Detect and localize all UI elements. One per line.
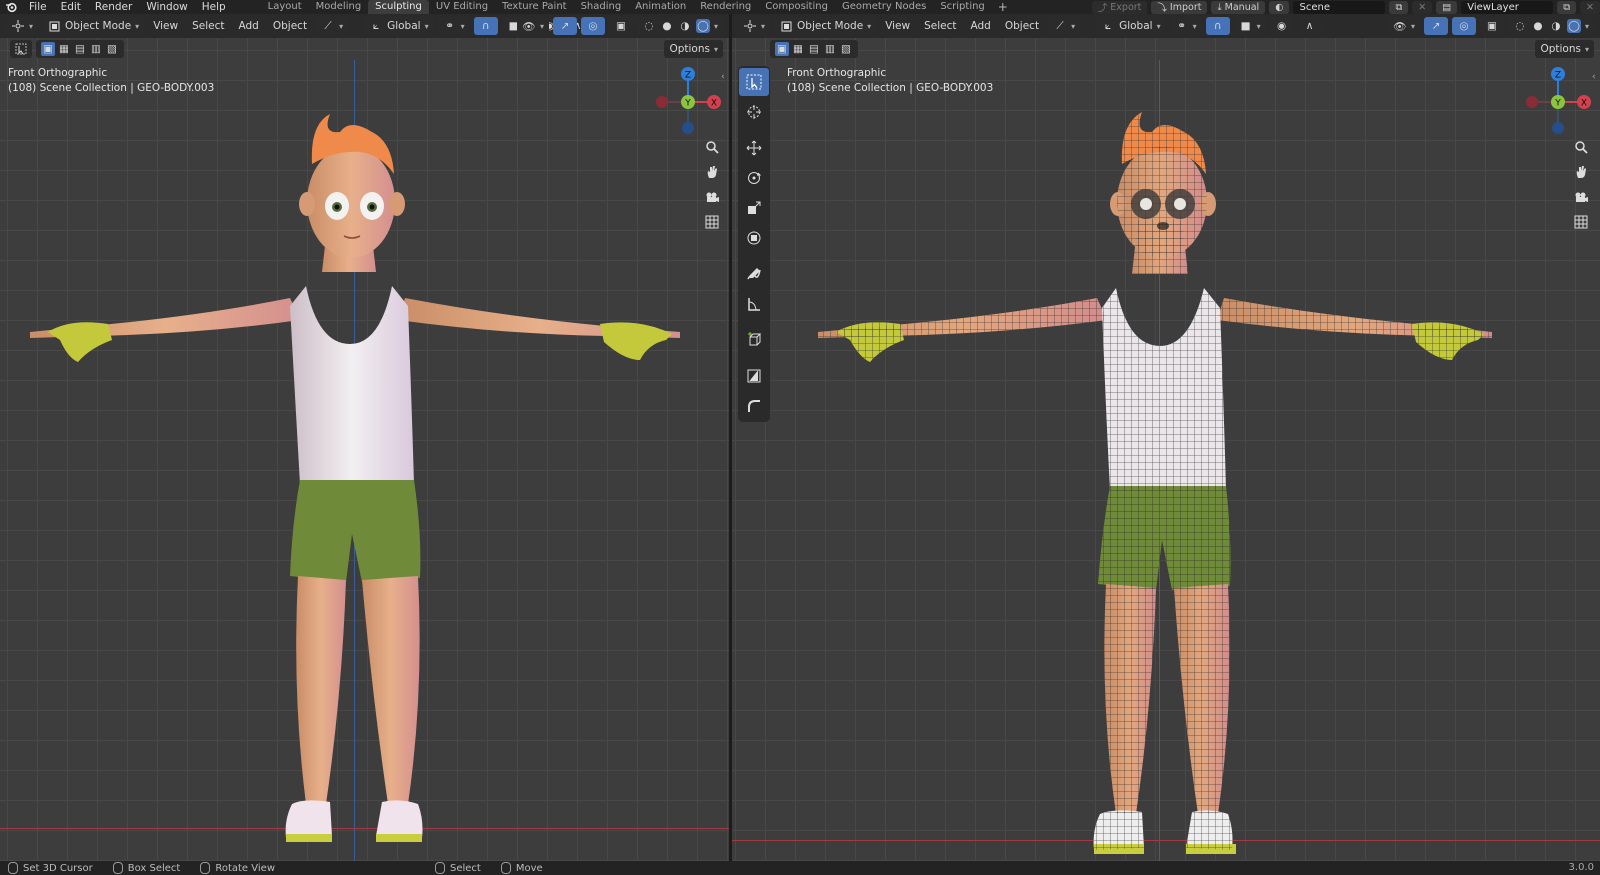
status-set-cursor-label: Set 3D Cursor	[23, 862, 93, 874]
tab-shading[interactable]: Shading	[574, 0, 629, 14]
tab-compositing[interactable]: Compositing	[758, 0, 835, 14]
import-icon: ⤵	[1157, 3, 1167, 14]
gizmo-z-label: Z	[685, 71, 691, 81]
pan-hand-icon[interactable]	[702, 161, 722, 182]
perspective-grid-icon[interactable]	[1571, 211, 1591, 232]
menu-file[interactable]: File	[22, 0, 54, 14]
navigation-gizmo[interactable]: Z Y X	[1520, 64, 1596, 140]
top-right-controls: ⤴ Export ⤵ Import ⤓ Manual ◐ Scene ⧉ ✕ ▤…	[1091, 0, 1600, 14]
status-box-select-label: Box Select	[127, 862, 181, 874]
viewport-left[interactable]: ▾ Object Mode ▾ View Select Add Object ⟋…	[0, 14, 729, 861]
delete-scene-icon[interactable]: ✕	[1412, 0, 1433, 14]
zoom-icon[interactable]	[702, 136, 722, 157]
scene-icon: ◐	[1275, 1, 1284, 13]
gizmo-x-label: X	[711, 99, 717, 109]
scene-selector-button[interactable]: ◐	[1269, 0, 1290, 14]
pan-hand-icon[interactable]	[1571, 161, 1591, 182]
view-layer-icon: ▤	[1442, 1, 1452, 13]
view-layer-field[interactable]: ViewLayer	[1461, 0, 1554, 14]
status-select: Select	[435, 862, 481, 874]
export-label: Export	[1110, 1, 1142, 13]
export-icon: ⤴	[1097, 3, 1108, 14]
new-scene-icon[interactable]: ⧉	[1389, 0, 1409, 14]
status-rotate-view-label: Rotate View	[215, 862, 275, 874]
viewport-nav-icons	[701, 136, 723, 232]
gizmo-z-label: Z	[1555, 71, 1561, 81]
tab-geometry-nodes[interactable]: Geometry Nodes	[835, 0, 933, 14]
blender-logo-icon[interactable]	[0, 0, 22, 14]
import-button[interactable]: ⤵ Import	[1151, 0, 1208, 14]
tab-scripting[interactable]: Scripting	[933, 0, 991, 14]
sidebar-toggle-icon[interactable]: ‹	[721, 72, 725, 82]
tab-texture-paint[interactable]: Texture Paint	[495, 0, 574, 14]
menu-window[interactable]: Window	[139, 0, 194, 14]
status-set-cursor: Set 3D Cursor	[8, 862, 93, 874]
manual-button[interactable]: ⤓ Manual	[1211, 0, 1266, 14]
mouse-left-icon	[8, 862, 18, 874]
camera-icon[interactable]	[702, 186, 722, 207]
status-move: Move	[500, 862, 543, 874]
tab-uv-editing[interactable]: UV Editing	[429, 0, 495, 14]
wireframe-overlay	[818, 112, 1492, 850]
zoom-icon[interactable]	[1571, 136, 1591, 157]
menu-render[interactable]: Render	[88, 0, 139, 14]
navigation-gizmo[interactable]: Z Y X	[650, 64, 726, 140]
export-button[interactable]: ⤴ Export	[1091, 0, 1148, 14]
perspective-grid-icon[interactable]	[702, 211, 722, 232]
mouse-drag-icon	[112, 862, 123, 874]
gizmo-y-label: Y	[684, 99, 691, 109]
status-move-label: Move	[515, 862, 543, 874]
new-view-layer-icon[interactable]: ⧉	[1557, 0, 1577, 14]
import-label: Import	[1169, 1, 1202, 13]
camera-icon[interactable]	[1571, 186, 1591, 207]
manual-label: Manual	[1224, 1, 1260, 13]
viewport-nav-icons	[1570, 136, 1592, 232]
delete-view-layer-icon[interactable]: ✕	[1580, 0, 1600, 14]
tab-modeling[interactable]: Modeling	[309, 0, 369, 14]
version-label: 3.0.0	[1568, 862, 1594, 873]
manual-icon: ⤓	[1217, 1, 1222, 13]
mouse-move-icon	[500, 862, 511, 874]
status-box-select: Box Select	[112, 862, 181, 874]
scene-name-field[interactable]: Scene	[1293, 0, 1386, 14]
gizmo-y-label: Y	[1554, 99, 1561, 109]
tab-sculpting[interactable]: Sculpting	[368, 0, 429, 14]
sidebar-toggle-icon[interactable]: ‹	[1592, 72, 1596, 82]
gizmo-x-label: X	[1581, 99, 1587, 109]
mouse-middle-icon	[200, 862, 211, 874]
status-rotate-view: Rotate View	[200, 862, 275, 874]
tab-layout[interactable]: Layout	[261, 0, 309, 14]
menu-edit[interactable]: Edit	[54, 0, 88, 14]
status-bar: Set 3D Cursor Box Select Rotate View Sel…	[0, 861, 1600, 875]
top-bar: File Edit Render Window Help Layout Mode…	[0, 0, 1600, 14]
mouse-right-icon	[435, 862, 445, 874]
viewport-right[interactable]: ▾ Object Mode ▾ View Select Add Object ⟋…	[732, 14, 1600, 861]
tab-animation[interactable]: Animation	[628, 0, 693, 14]
menu-help[interactable]: Help	[195, 0, 233, 14]
character-model-shaded[interactable]	[0, 14, 729, 861]
tab-rendering[interactable]: Rendering	[693, 0, 758, 14]
workspace-tabs: Layout Modeling Sculpting UV Editing Tex…	[261, 0, 1014, 14]
character-model-wireframe[interactable]	[732, 14, 1600, 861]
view-layer-selector-button[interactable]: ▤	[1436, 0, 1458, 14]
add-workspace-button[interactable]: +	[992, 0, 1014, 14]
status-select-label: Select	[450, 862, 481, 874]
